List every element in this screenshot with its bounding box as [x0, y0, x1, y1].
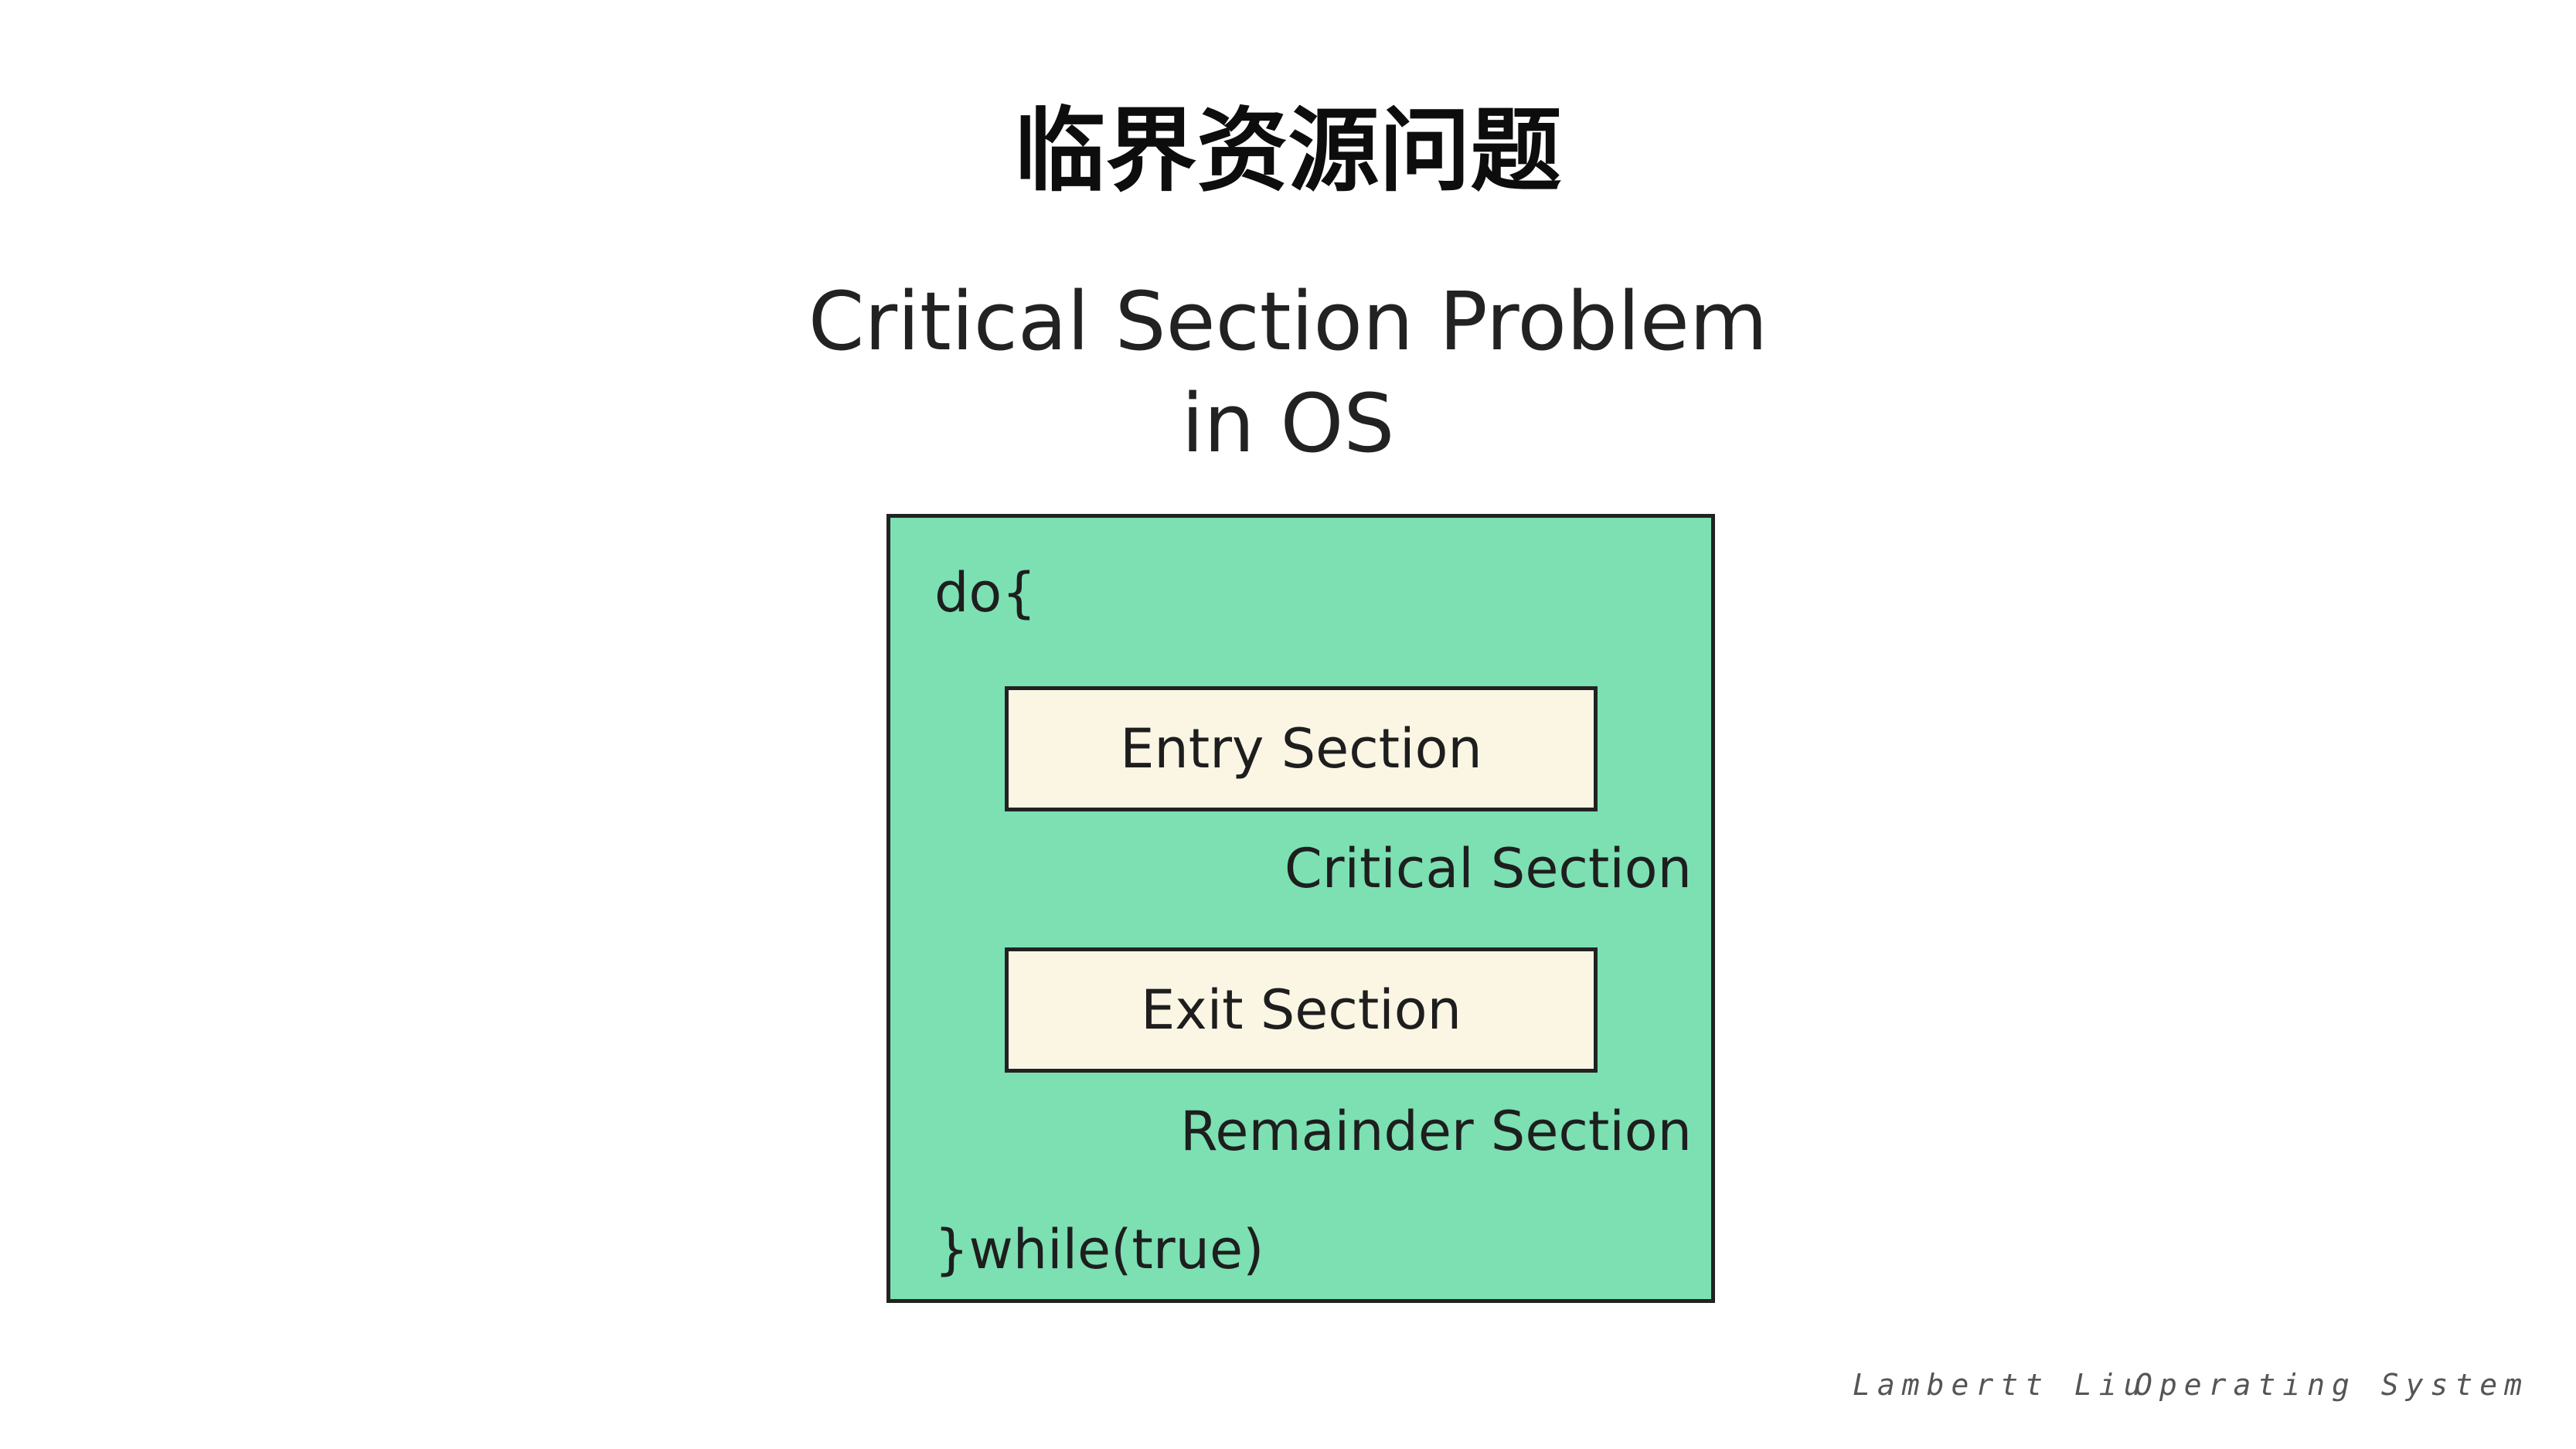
remainder-section-label: Remainder Section [1179, 1100, 1692, 1163]
figure-title-line2: in OS [1181, 376, 1395, 471]
figure-title-line1: Critical Section Problem [808, 274, 1768, 369]
exit-section-label: Exit Section [1141, 978, 1462, 1042]
footer-course: Operating System [2135, 1368, 2530, 1402]
exit-section-box: Exit Section [1005, 947, 1598, 1073]
entry-section-label: Entry Section [1120, 717, 1482, 781]
figure-title: Critical Section Problem in OS [0, 270, 2576, 474]
do-loop-start: do{ [934, 561, 1036, 624]
footer-author: Lambertt Liu [1853, 1368, 2149, 1402]
critical-section-label: Critical Section [1284, 837, 1692, 900]
critical-section-diagram: do{ Entry Section Critical Section Exit … [886, 514, 1715, 1303]
slide-title: 临界资源问题 [1014, 97, 1562, 204]
entry-section-box: Entry Section [1005, 686, 1598, 811]
while-loop-end: }while(true) [934, 1218, 1264, 1281]
